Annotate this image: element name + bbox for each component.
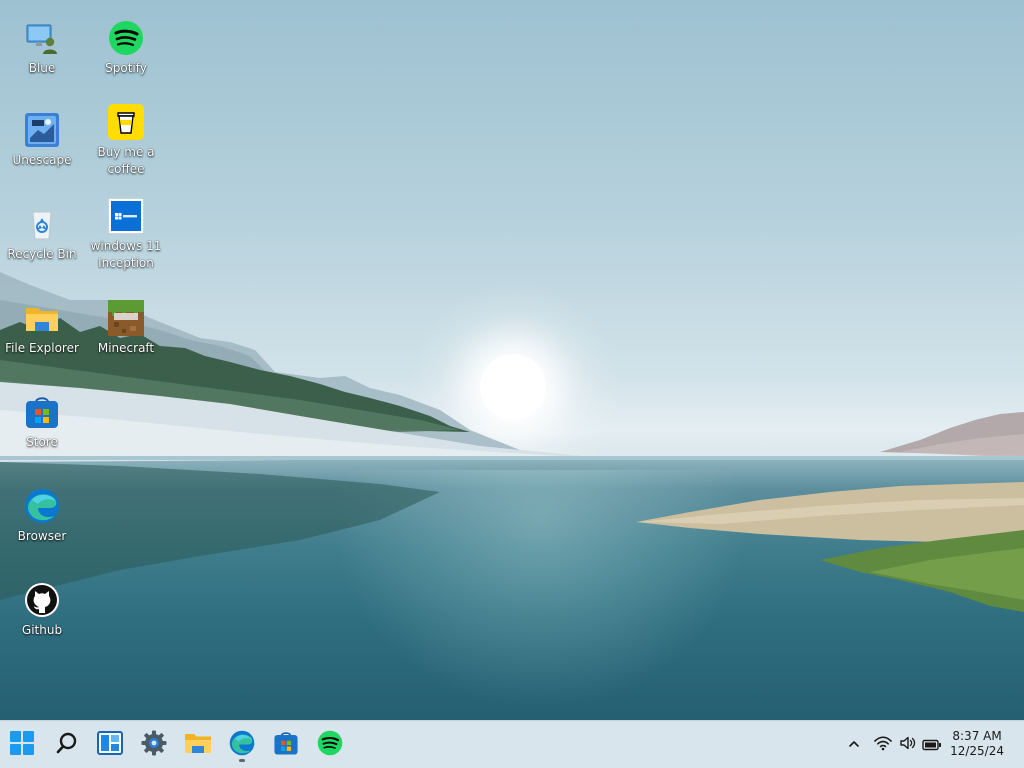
desktop-icon-recycle-bin[interactable]: Recycle Bin (0, 206, 84, 263)
taskbar-file-explorer-button[interactable] (180, 727, 216, 763)
desktop-icon-buy-me-a-coffee[interactable]: Buy me a coffee (84, 104, 168, 178)
edge-icon (229, 730, 255, 760)
tray-network-button[interactable] (873, 735, 893, 755)
desktop-icon-minecraft[interactable]: Minecraft (84, 300, 168, 357)
user-pc-icon (24, 20, 60, 56)
wifi-icon (874, 735, 892, 755)
widgets-icon (97, 731, 123, 759)
desktop-icon-label: Minecraft (97, 341, 155, 355)
gear-icon (141, 730, 167, 760)
chevron-up-icon (847, 736, 861, 755)
unescape-icon (24, 112, 60, 148)
coffee-cup-icon (108, 104, 144, 140)
folder-icon (24, 300, 60, 336)
edge-icon (24, 488, 60, 524)
taskbar-search-button[interactable] (49, 727, 85, 763)
store-bag-icon (24, 394, 60, 430)
tray-volume-button[interactable] (898, 735, 918, 755)
clock-time: 8:37 AM (952, 729, 1002, 743)
desktop-icon-label: Blue (28, 61, 56, 75)
running-indicator (239, 759, 245, 762)
taskbar-widgets-button[interactable] (92, 727, 128, 763)
recycle-bin-icon (24, 206, 60, 242)
desktop-icon-file-explorer[interactable]: File Explorer (0, 300, 84, 357)
desktop-icon-label: Recycle Bin (7, 247, 77, 261)
folder-icon (184, 730, 212, 760)
search-icon (55, 731, 79, 759)
desktop-icon-browser[interactable]: Browser (0, 488, 84, 545)
desktop-icon-label: Browser (17, 529, 67, 543)
desktop-icon-label: windows 11 Inception (90, 239, 162, 270)
desktop-icon-label: File Explorer (5, 341, 79, 355)
desktop-icon-github[interactable]: Github (0, 582, 84, 639)
windows-start-icon (9, 730, 35, 760)
taskbar-settings-button[interactable] (136, 727, 172, 763)
desktop-icon-spotify[interactable]: Spotify (84, 20, 168, 77)
desktop-icon-label: Store (26, 435, 58, 449)
spotify-icon (108, 20, 144, 56)
clock-date: 12/25/24 (950, 744, 1004, 758)
windows-window-icon (107, 197, 145, 235)
desktop-icon-blue[interactable]: Blue (0, 20, 84, 77)
taskbar-spotify-button[interactable] (312, 727, 348, 763)
taskbar: 8:37 AM 12/25/24 (0, 720, 1024, 768)
tray-overflow-button[interactable] (844, 735, 864, 755)
minecraft-icon (108, 300, 144, 336)
desktop-icon-store[interactable]: Store (0, 394, 84, 451)
taskbar-browser-button[interactable] (224, 727, 260, 763)
spotify-icon (317, 730, 343, 760)
store-bag-icon (273, 730, 299, 760)
battery-icon (922, 736, 942, 755)
desktop-icon-label: Github (21, 623, 63, 637)
desktop-icon-windows-11-inception[interactable]: windows 11 Inception (84, 197, 168, 272)
taskbar-clock[interactable]: 8:37 AM 12/25/24 (950, 729, 1004, 759)
taskbar-start-button[interactable] (4, 727, 40, 763)
tray-battery-button[interactable] (922, 735, 942, 755)
desktop-icon-unescape[interactable]: Unescape (0, 112, 84, 169)
taskbar-store-button[interactable] (268, 727, 304, 763)
desktop-icon-label: Unescape (12, 153, 72, 167)
desktop-icon-label: Spotify (105, 61, 147, 75)
desktop-icon-label: Buy me a coffee (97, 145, 155, 176)
volume-icon (899, 735, 917, 755)
github-icon (24, 582, 60, 618)
